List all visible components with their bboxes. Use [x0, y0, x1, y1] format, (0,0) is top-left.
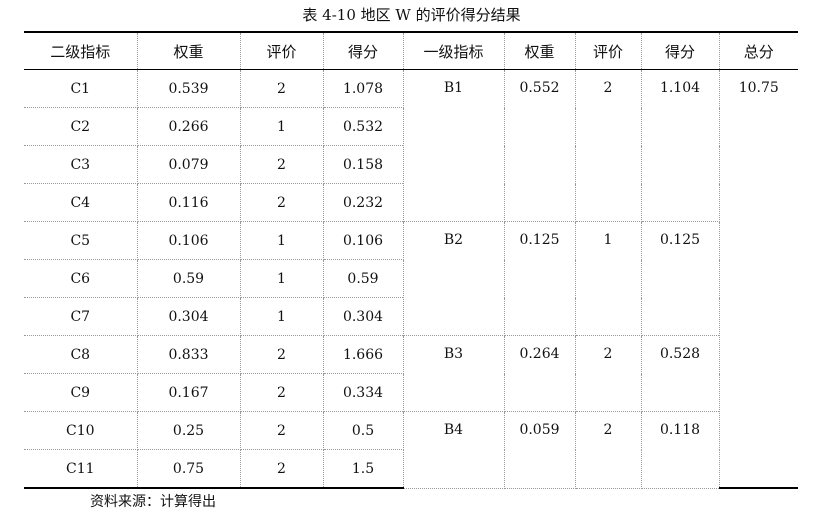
weight-cell: 0.59: [136, 259, 241, 298]
secondary-code-cell: C5: [24, 221, 138, 260]
table-row: C10 0.25 2 0.5 B4 0.059 2 0.118: [24, 411, 798, 489]
primary-weight-cell: 0.125: [503, 221, 576, 336]
weight-cell: 0.116: [136, 183, 241, 222]
secondary-code-cell: C1: [24, 69, 138, 108]
score-cell: 1.666: [322, 335, 404, 374]
primary-score-cell: 0.528: [640, 335, 719, 412]
weight-cell: 0.833: [136, 335, 241, 374]
header-weight: 权重: [136, 31, 241, 70]
score-cell: 0.106: [322, 221, 404, 260]
score-cell: 0.304: [322, 297, 403, 336]
weight-cell: 0.75: [136, 449, 241, 489]
weight-cell: 0.106: [136, 221, 241, 260]
primary-code-cell: B1: [402, 69, 505, 222]
evaluation-score-table: 二级指标 权重 评价 得分 一级指标 权重 评价 得分 总分 C1 0.539 …: [24, 31, 798, 489]
score-cell: 0.5: [322, 411, 404, 450]
table-row: C1 0.539 2 1.078 B1 0.552 2 1.104 10.75: [24, 69, 798, 489]
secondary-code-cell: C9: [24, 373, 138, 412]
primary-score-cell: 1.104: [640, 69, 720, 222]
primary-code-cell: B3: [402, 335, 505, 412]
secondary-code-cell: C4: [24, 183, 138, 222]
secondary-code-cell: C7: [24, 297, 138, 336]
rating-cell: 2: [239, 335, 324, 374]
header-row: 二级指标 权重 评价 得分 一级指标 权重 评价 得分 总分: [24, 31, 798, 70]
primary-code-cell: B4: [402, 411, 505, 489]
primary-rating-cell: 2: [574, 69, 642, 222]
score-cell: 1.5: [322, 449, 403, 489]
table-row: C8 0.833 2 1.666 B3 0.264 2 0.528: [24, 335, 798, 412]
score-cell: 0.59: [322, 259, 403, 298]
secondary-code-cell: C2: [24, 107, 138, 146]
primary-rating-cell: 2: [574, 335, 642, 412]
secondary-code-cell: C8: [24, 335, 138, 374]
rating-cell: 1: [239, 221, 324, 260]
rating-cell: 2: [239, 411, 324, 450]
rating-cell: 2: [239, 449, 324, 489]
table-row: C5 0.106 1 0.106 B2 0.125 1 0.125: [24, 221, 798, 336]
primary-code-cell: B2: [402, 221, 505, 336]
primary-weight-cell: 0.059: [503, 411, 576, 489]
rating-cell: 1: [239, 107, 324, 146]
total-score-cell: 10.75: [718, 69, 798, 489]
primary-weight-cell: 0.264: [503, 335, 576, 412]
weight-cell: 0.167: [136, 373, 241, 412]
rating-cell: 2: [239, 183, 324, 222]
header-total-score: 总分: [718, 31, 798, 70]
header-secondary-indicator: 二级指标: [24, 31, 138, 70]
rating-cell: 2: [239, 373, 324, 412]
rating-cell: 2: [239, 69, 324, 108]
secondary-code-cell: C6: [24, 259, 138, 298]
header-primary-rating: 评价: [574, 31, 642, 70]
weight-cell: 0.266: [136, 107, 241, 146]
header-primary-indicator: 一级指标: [402, 31, 505, 70]
header-primary-score: 得分: [640, 31, 720, 70]
primary-score-cell: 0.118: [640, 411, 719, 489]
primary-rating-cell: 1: [574, 221, 642, 336]
source-note: 资料来源：计算得出: [90, 494, 216, 510]
weight-cell: 0.079: [136, 145, 241, 184]
primary-rating-cell: 2: [574, 411, 642, 489]
score-cell: 0.334: [322, 373, 403, 412]
score-cell: 0.158: [322, 145, 403, 184]
primary-score-cell: 0.125: [640, 221, 719, 336]
header-primary-weight: 权重: [503, 31, 576, 70]
secondary-code-cell: C3: [24, 145, 138, 184]
rating-cell: 1: [239, 259, 324, 298]
weight-cell: 0.539: [136, 69, 241, 108]
table-title: 表 4-10 地区 W 的评价得分结果: [302, 6, 521, 24]
primary-weight-cell: 0.552: [503, 69, 576, 222]
score-cell: 0.232: [322, 183, 403, 222]
rating-cell: 1: [239, 297, 324, 336]
header-rating: 评价: [239, 31, 324, 70]
weight-cell: 0.25: [136, 411, 241, 450]
score-cell: 0.532: [322, 107, 403, 146]
rating-cell: 2: [239, 145, 324, 184]
secondary-code-cell: C11: [24, 449, 138, 489]
header-score: 得分: [322, 31, 404, 70]
weight-cell: 0.304: [136, 297, 241, 336]
secondary-code-cell: C10: [24, 411, 138, 450]
score-cell: 1.078: [322, 69, 404, 108]
